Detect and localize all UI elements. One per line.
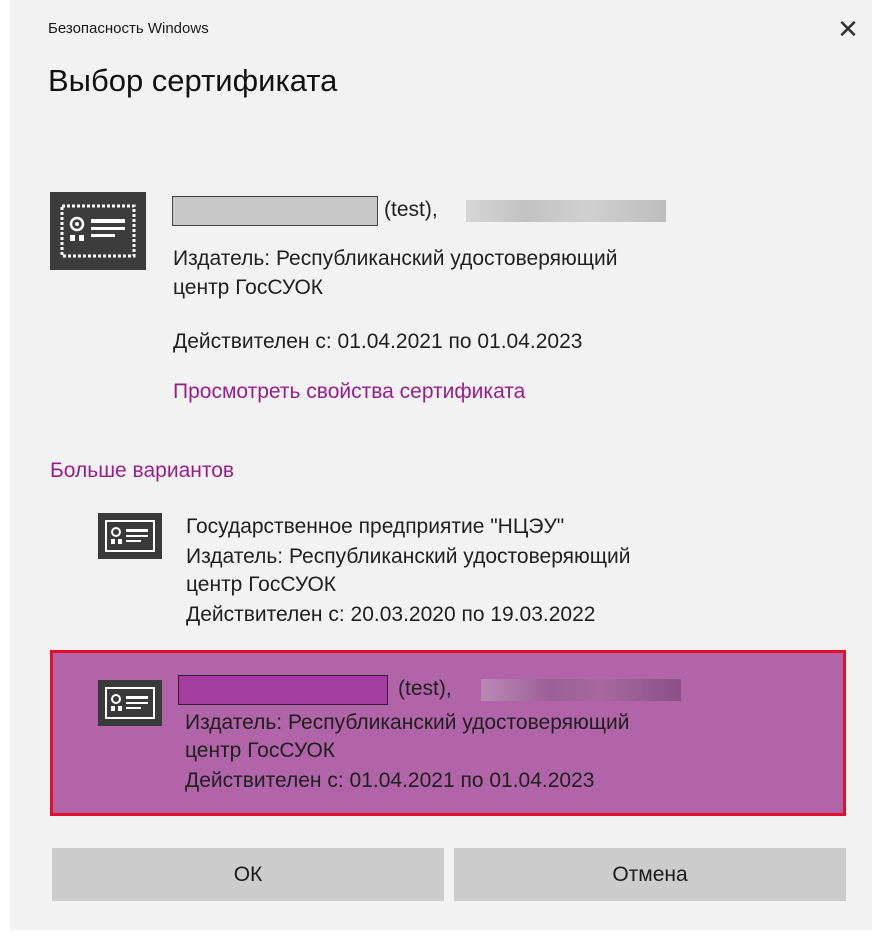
redacted-name [178, 675, 388, 705]
close-icon: ✕ [837, 15, 859, 45]
certificate-icon [50, 192, 146, 270]
certificate-dialog: Безопасность Windows ✕ Выбор сертификата… [10, 0, 872, 930]
certificate-validity: Действителен с: 01.04.2021 по 01.04.2023 [173, 330, 583, 353]
option-name: Государственное предприятие "НЦЭУ" [186, 515, 565, 538]
option-validity: Действителен с: 20.03.2020 по 19.03.2022 [186, 603, 596, 626]
issuer-line-2: центр ГосСУОК [173, 276, 324, 299]
certificate-icon [98, 513, 162, 559]
certificate-option-selected[interactable]: (test), Издатель: Республиканский удосто… [50, 650, 846, 816]
redacted-email [481, 679, 681, 701]
view-certificate-properties-link[interactable]: Просмотреть свойства сертификата [173, 378, 525, 406]
more-options-link[interactable]: Больше вариантов [50, 459, 234, 483]
page-title: Выбор сертификата [48, 63, 338, 98]
option-issuer-line-1: Издатель: Республиканский удостоверяющий [185, 711, 630, 734]
certificate-issuer: Издатель: Республиканский удостоверяющий [173, 245, 618, 273]
option-name-suffix: (test), [398, 677, 452, 700]
option-issuer-line-2: центр ГосСУОК [185, 739, 336, 762]
ok-button[interactable]: ОК [52, 848, 444, 901]
issuer-line-1: Издатель: Республиканский удостоверяющий [173, 247, 618, 270]
certificate-icon [98, 680, 162, 726]
window-title: Безопасность Windows [48, 20, 209, 37]
option-issuer-line-1: Издатель: Республиканский удостоверяющий [186, 545, 631, 568]
close-button[interactable]: ✕ [828, 10, 868, 50]
cancel-button[interactable]: Отмена [454, 848, 846, 901]
redacted-name [172, 196, 378, 226]
certificate-name-suffix: (test), [384, 198, 438, 221]
option-issuer-line-2: центр ГосСУОК [186, 573, 337, 596]
redacted-email [466, 200, 666, 222]
certificate-issuer-cont: центр ГосСУОК [173, 274, 323, 302]
option-validity: Действителен с: 01.04.2021 по 01.04.2023 [185, 769, 595, 792]
certificate-option[interactable]: Государственное предприятие "НЦЭУ" Издат… [50, 505, 848, 635]
